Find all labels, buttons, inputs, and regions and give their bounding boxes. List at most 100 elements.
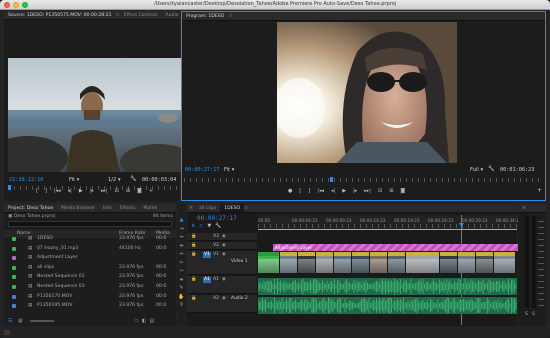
track-header-v1[interactable]: V1 🔒 V1 ◉ Video 1	[187, 251, 257, 275]
lock-track-icon[interactable]: 🔒	[191, 277, 196, 282]
program-step-forward-icon[interactable]: |▸	[353, 188, 357, 194]
program-go-to-in-icon[interactable]: |◂◂	[317, 188, 324, 194]
toggle-output-icon[interactable]: ◉	[222, 296, 226, 301]
program-settings-icon[interactable]: 🔧	[488, 166, 494, 172]
solo-left-button[interactable]: S	[525, 312, 528, 317]
mark-out-icon[interactable]: ]	[45, 188, 47, 194]
video-clip[interactable]: P135	[476, 252, 493, 273]
tab-all-clips[interactable]: all clips	[195, 204, 220, 212]
lock-track-icon[interactable]: 🔒	[191, 243, 196, 248]
video-clip[interactable]: P135	[352, 252, 369, 273]
go-to-out-icon[interactable]: ▸▸|	[101, 188, 108, 194]
extract-icon[interactable]: ⊞	[389, 188, 393, 194]
project-search-input[interactable]	[8, 221, 172, 227]
ripple-edit-tool-icon[interactable]: ⟛	[178, 233, 185, 242]
rate-stretch-tool-icon[interactable]: ⇔	[178, 250, 185, 259]
add-button-icon[interactable]: +	[149, 188, 153, 194]
video-clip[interactable]: P1350577.MOV	[406, 252, 439, 273]
timeline-close-icon[interactable]: ×	[187, 204, 193, 212]
video-clip[interactable]: P135	[334, 252, 351, 273]
label-color-swatch[interactable]	[12, 285, 16, 289]
program-playhead-timecode[interactable]: 00:00:27:17	[185, 167, 219, 173]
video-clip[interactable]: P1350	[298, 252, 315, 273]
export-frame-icon[interactable]: ◙	[137, 188, 142, 194]
video-clip[interactable]: P135	[458, 252, 475, 273]
go-to-in-icon[interactable]: |◂◂	[54, 188, 61, 194]
video-clip[interactable]: P135	[388, 252, 405, 273]
tab-markers[interactable]: Marke	[139, 204, 161, 212]
source-playhead-timecode[interactable]: 22:38:12:10	[9, 177, 43, 183]
toggle-output-icon[interactable]: ◉	[222, 243, 226, 248]
timeline-ruler[interactable]: 00:00 00:00:04:23 00:00:09:23 00:00:14:23 00…	[258, 215, 522, 229]
zoom-tool-icon[interactable]: ⚲	[178, 301, 185, 310]
label-color-swatch[interactable]	[12, 256, 16, 261]
source-patch-toggle[interactable]	[203, 296, 211, 302]
source-playhead[interactable]	[8, 185, 11, 190]
video-clip[interactable]: Nest	[258, 252, 279, 273]
project-item[interactable]: ▤ Nested Sequence 03 23.976 fps 00:0	[12, 283, 176, 291]
label-color-swatch[interactable]	[12, 237, 16, 241]
source-patch-toggle[interactable]	[203, 234, 211, 240]
slide-tool-icon[interactable]: ⇼	[178, 276, 185, 285]
lift-icon[interactable]: ⊟	[378, 188, 382, 194]
source-patch-toggle[interactable]: A1	[203, 277, 211, 283]
audio-waveforms[interactable]	[258, 278, 517, 314]
label-color-swatch[interactable]	[12, 265, 16, 270]
project-item[interactable]: ▤ P1350170.MOV 23.976 fps 00:0	[12, 293, 176, 301]
tab-1deso[interactable]: 1DESO	[220, 204, 245, 212]
source-fit-dropdown[interactable]: Fit ▾	[69, 177, 79, 183]
source-settings-icon[interactable]: 🔧	[130, 176, 136, 182]
label-color-swatch[interactable]	[12, 246, 16, 251]
zoom-slider[interactable]	[30, 320, 54, 322]
toggle-output-icon[interactable]: ◉	[222, 277, 226, 282]
program-go-to-out-icon[interactable]: ▸▸|	[364, 188, 371, 194]
rolling-edit-tool-icon[interactable]: ⇹	[178, 242, 185, 251]
program-resolution-dropdown[interactable]: Full ▾	[470, 167, 483, 173]
timeline-settings-icon[interactable]: 🔧	[215, 223, 225, 229]
program-time-ruler[interactable]	[184, 178, 543, 182]
project-item[interactable]: ▤ Nested Sequence 02 23.976 fps 00:0	[12, 273, 176, 281]
program-add-button-icon[interactable]: +	[537, 187, 542, 194]
program-play-icon[interactable]: ▶	[342, 188, 346, 194]
project-item[interactable]: ▤ P1350195.MOV 23.976 fps 00:0	[12, 302, 176, 310]
program-export-frame-icon[interactable]: ◙	[400, 188, 405, 194]
program-mark-out-icon[interactable]: ]	[308, 188, 310, 194]
list-view-icon[interactable]: ☰	[8, 318, 12, 324]
pen-tool-icon[interactable]: ✎	[178, 284, 185, 293]
selection-tool-icon[interactable]: ▲	[178, 216, 185, 225]
tab-source[interactable]: Source: 1DESO: P1350575.MOV: 00:00:28:21	[4, 11, 116, 19]
play-icon[interactable]: ▶	[79, 188, 83, 194]
mark-in-icon[interactable]: [	[36, 188, 38, 194]
source-patch-toggle[interactable]: V1	[203, 252, 211, 258]
lock-track-icon[interactable]: 🔒	[191, 234, 196, 239]
add-marker-icon[interactable]: ●	[288, 188, 292, 194]
label-color-swatch[interactable]	[12, 304, 16, 309]
track-header-v2[interactable]: 🔒 V2 ◉	[187, 242, 257, 250]
tab-effects[interactable]: Effects	[116, 204, 140, 212]
icon-view-icon[interactable]: ▦	[18, 318, 23, 324]
video-clip[interactable]: P135	[494, 252, 515, 273]
timeline-tab-menu-icon[interactable]: ≡	[244, 205, 248, 211]
tab-program[interactable]: Program: 1DESO	[182, 12, 228, 20]
track-select-tool-icon[interactable]: ⇥	[178, 225, 185, 234]
step-forward-icon[interactable]: |▸	[90, 188, 94, 194]
label-color-swatch[interactable]	[12, 275, 16, 280]
toggle-output-icon[interactable]: ◉	[222, 252, 226, 257]
program-mark-in-icon[interactable]: [	[299, 188, 301, 194]
solo-right-button[interactable]: S	[532, 312, 535, 317]
project-item[interactable]: ▤ 07 Hazey_01.mp3 44100 Hz 00:0	[12, 245, 176, 253]
lock-track-icon[interactable]: 🔒	[191, 296, 196, 301]
project-item[interactable]: ▤ Adjustment Layer	[12, 254, 176, 262]
video-clip[interactable]: P135	[440, 252, 457, 273]
label-color-swatch[interactable]	[12, 294, 16, 299]
source-resolution-dropdown[interactable]: 1/2 ▾	[108, 177, 121, 183]
tab-audio-clip[interactable]: Audio Cl	[162, 11, 180, 19]
video-clip[interactable]: P135	[280, 252, 297, 273]
lock-track-icon[interactable]: 🔒	[191, 252, 196, 257]
delete-icon[interactable]: ▤	[149, 318, 157, 324]
hand-tool-icon[interactable]: ✋	[178, 293, 185, 302]
track-header-a1[interactable]: A1 🔒 A1 ◉	[187, 276, 257, 294]
razor-tool-icon[interactable]: ✂	[178, 259, 185, 268]
program-playhead[interactable]	[330, 177, 333, 182]
adjustment-layer-clip[interactable]: Adjustment Layer	[273, 244, 525, 251]
